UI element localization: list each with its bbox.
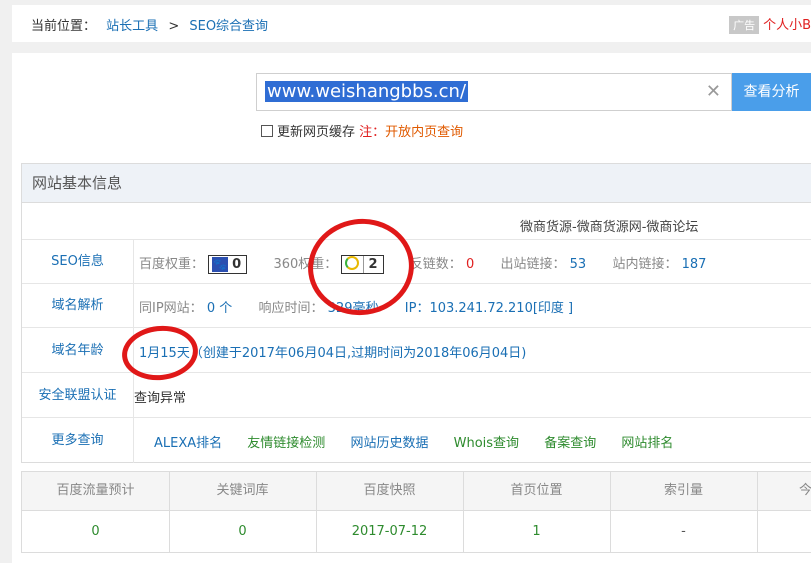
response-time-value: 329毫秒: [327, 301, 379, 316]
search-box[interactable]: www.weishangbbs.cn/ ✕: [256, 73, 732, 111]
weight-360-value: 2: [368, 257, 378, 272]
stats-value-cell[interactable]: 1: [463, 510, 611, 553]
security-row: 安全联盟认证 查询异常: [22, 372, 811, 418]
search-input[interactable]: www.weishangbbs.cn/: [265, 81, 469, 102]
cache-note-link[interactable]: 开放内页查询: [385, 125, 463, 140]
domain-age-row: 域名年龄 1月15天（创建于2017年06月04日,过期时间为2018年06月0…: [22, 327, 811, 373]
site-rank-link[interactable]: 网站排名: [621, 436, 673, 451]
seo-info-label: SEO信息: [22, 240, 134, 284]
domain-resolve-label: 域名解析: [22, 284, 134, 328]
stats-table: 百度流量预计 关键词库 百度快照 首页位置 索引量 今 0 0 2017-07-…: [21, 471, 811, 553]
main-panel: www.weishangbbs.cn/ ✕ 查看分析 更新网页缓存 注：开放内页…: [12, 53, 811, 563]
backlink-label: 反链数：: [409, 257, 462, 272]
more-query-row: 更多查询 ALEXA排名 友情链接检测 网站历史数据 Whois查询 备案查询 …: [22, 417, 811, 463]
breadcrumb-link-seo[interactable]: SEO综合查询: [189, 19, 268, 34]
site-info-box: 网站基本信息 微商货源-微商货源网-微商论坛 SEO信息 百度权重： 🐾 0 36…: [21, 163, 811, 463]
ad-tag: 广告: [729, 16, 760, 34]
seo-info-row: SEO信息 百度权重： 🐾 0 360权重： 2 反链数： 0 出站链接： 53 …: [22, 239, 811, 284]
ring-360-icon: [345, 256, 360, 270]
breadcrumb-separator: >: [168, 19, 180, 34]
stats-value-cell[interactable]: 2017-07-12: [316, 510, 464, 553]
stats-value-cell[interactable]: 0: [169, 510, 317, 553]
cache-label: 更新网页缓存: [277, 125, 356, 140]
site-title: 微商货源-微商货源网-微商论坛: [520, 220, 699, 235]
stats-header-cell: 首页位置: [463, 472, 611, 510]
badge-divider: [363, 256, 365, 273]
cache-option: 更新网页缓存 注：开放内页查询: [261, 121, 463, 140]
weight-360-badge[interactable]: 2: [341, 255, 384, 274]
security-value: 查询异常: [134, 391, 187, 406]
baidu-weight-badge[interactable]: 🐾 0: [208, 255, 248, 274]
weight-360-label: 360权重：: [273, 257, 338, 272]
site-info-heading: 网站基本信息: [22, 164, 811, 203]
stats-value-cell: -: [610, 510, 758, 553]
inlink-value[interactable]: 187: [682, 257, 707, 272]
backlink-value[interactable]: 0: [466, 257, 474, 272]
same-ip-label: 同IP网站：: [139, 301, 203, 316]
analyze-button[interactable]: 查看分析: [732, 73, 811, 111]
icp-record-link[interactable]: 备案查询: [544, 436, 596, 451]
domain-age-detail: （创建于2017年06月04日,过期时间为2018年06月04日): [189, 346, 527, 361]
domain-age-value: 1月15天: [139, 346, 190, 361]
stats-header-cell: 百度快照: [316, 472, 464, 510]
breadcrumb: 当前位置： 站长工具 > SEO综合查询: [31, 15, 274, 34]
ad-area[interactable]: 广告 个人小B: [729, 14, 811, 34]
domain-resolve-row: 域名解析 同IP网站： 0 个 响应时间： 329毫秒 IP：103.241.7…: [22, 283, 811, 328]
breadcrumb-prefix: 当前位置：: [31, 19, 97, 34]
alexa-link[interactable]: ALEXA排名: [154, 436, 222, 451]
ip-value[interactable]: 103.241.72.210[印度 ]: [429, 301, 573, 316]
stats-value-cell[interactable]: 0: [22, 510, 170, 553]
stats-header-cell: 索引量: [610, 472, 758, 510]
outlink-label: 出站链接：: [500, 257, 566, 272]
clear-icon[interactable]: ✕: [706, 81, 721, 102]
breadcrumb-bar: 当前位置： 站长工具 > SEO综合查询 广告 个人小B: [12, 5, 811, 42]
baidu-weight-value: 0: [232, 257, 242, 272]
cache-note-label: 注：: [359, 125, 386, 140]
paw-icon: 🐾: [212, 257, 229, 272]
ad-text[interactable]: 个人小B: [763, 18, 811, 33]
domain-age-label: 域名年龄: [22, 328, 134, 373]
seo-info-values: 百度权重： 🐾 0 360权重： 2 反链数： 0 出站链接： 53 站内链接： …: [139, 253, 706, 274]
stats-header-cell: 今: [798, 483, 811, 498]
more-query-links: ALEXA排名 友情链接检测 网站历史数据 Whois查询 备案查询 网站排名: [154, 432, 694, 451]
same-ip-value[interactable]: 0 个: [207, 301, 232, 316]
stats-header-cell: 关键词库: [169, 472, 317, 510]
stats-header-row: 百度流量预计 关键词库 百度快照 首页位置 索引量 今: [22, 472, 811, 511]
whois-link[interactable]: Whois查询: [454, 436, 519, 451]
security-label: 安全联盟认证: [22, 373, 134, 418]
domain-age-values: 1月15天（创建于2017年06月04日,过期时间为2018年06月04日): [139, 342, 526, 361]
ip-label: IP：: [404, 301, 430, 316]
more-query-label: 更多查询: [22, 418, 134, 463]
stats-value-row: 0 0 2017-07-12 1 -: [22, 510, 811, 553]
response-time-label: 响应时间：: [258, 301, 324, 316]
friendlink-check-link[interactable]: 友情链接检测: [247, 436, 325, 451]
history-data-link[interactable]: 网站历史数据: [350, 436, 428, 451]
inlink-label: 站内链接：: [612, 257, 678, 272]
outlink-value[interactable]: 53: [570, 257, 587, 272]
breadcrumb-link-tools[interactable]: 站长工具: [106, 19, 158, 34]
stats-header-cell: 百度流量预计: [22, 472, 170, 510]
domain-resolve-values: 同IP网站： 0 个 响应时间： 329毫秒 IP：103.241.72.210…: [139, 297, 573, 316]
stats-value-cell: [757, 510, 811, 553]
cache-checkbox[interactable]: [261, 125, 273, 137]
baidu-weight-label: 百度权重：: [139, 257, 205, 272]
